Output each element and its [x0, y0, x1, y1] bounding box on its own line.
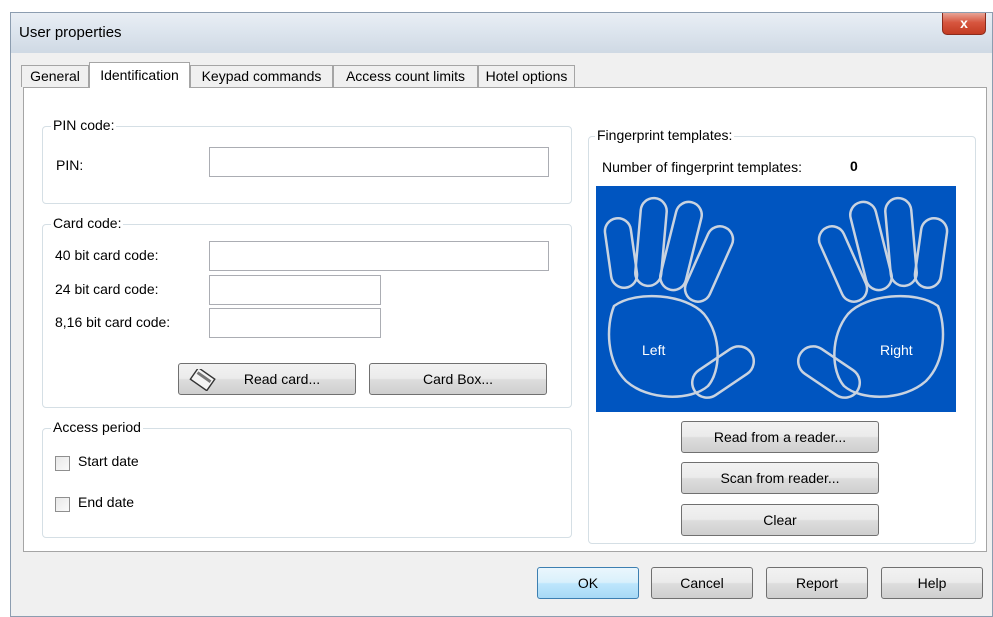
bit24-label: 24 bit card code:: [55, 281, 159, 297]
card-box-button[interactable]: Card Box...: [369, 363, 547, 395]
tab-access-count-limits[interactable]: Access count limits: [333, 65, 478, 87]
fingerprint-count-label: Number of fingerprint templates:: [602, 159, 802, 175]
access-period-legend: Access period: [51, 419, 143, 435]
read-card-button[interactable]: Read card...: [178, 363, 356, 395]
tab-general[interactable]: General: [21, 65, 89, 87]
ok-button[interactable]: OK: [537, 567, 639, 599]
bit24-card-code-input[interactable]: [209, 275, 381, 305]
report-button[interactable]: Report: [766, 567, 868, 599]
hands-icon: [603, 196, 949, 399]
left-hand-label: Left: [642, 342, 666, 358]
bit816-card-code-input[interactable]: [209, 308, 381, 338]
start-date-checkbox[interactable]: [55, 456, 70, 471]
tab-hotel-options[interactable]: Hotel options: [478, 65, 575, 87]
pin-input[interactable]: [209, 147, 549, 177]
end-date-label: End date: [78, 494, 135, 510]
scan-from-reader-button[interactable]: Scan from reader...: [681, 462, 879, 494]
read-from-reader-button[interactable]: Read from a reader...: [681, 421, 879, 453]
read-card-label: Read card...: [243, 371, 321, 387]
right-hand-label: Right: [880, 342, 913, 358]
user-properties-window: User properties x General Identification…: [10, 12, 993, 617]
pin-code-legend: PIN code:: [51, 117, 117, 133]
close-button[interactable]: x: [942, 13, 986, 35]
hands-fingerprint-panel[interactable]: Left Right: [596, 186, 956, 412]
pin-label: PIN:: [56, 157, 84, 173]
access-period-group: Access period Start date End date: [42, 419, 572, 538]
clear-fingerprints-button[interactable]: Clear: [681, 504, 879, 536]
bit40-card-code-input[interactable]: [209, 241, 549, 271]
fingerprint-count-value: 0: [850, 158, 858, 174]
window-title: User properties: [19, 24, 122, 41]
start-date-label: Start date: [78, 453, 139, 469]
identification-panel: PIN code: PIN: Card code: 40 bit card co…: [23, 87, 987, 552]
bit816-label: 8,16 bit card code:: [55, 314, 171, 330]
title-bar[interactable]: User properties x: [11, 13, 992, 53]
bit40-label: 40 bit card code:: [55, 247, 159, 263]
tab-identification[interactable]: Identification: [89, 62, 190, 88]
tab-keypad-commands[interactable]: Keypad commands: [190, 65, 333, 87]
end-date-checkbox[interactable]: [55, 497, 70, 512]
close-icon: x: [960, 15, 968, 31]
cancel-button[interactable]: Cancel: [651, 567, 753, 599]
dialog-client: General Identification Keypad commands A…: [11, 53, 992, 616]
card-reader-icon: [185, 366, 219, 401]
card-code-group: Card code: 40 bit card code: 24 bit card…: [42, 215, 572, 408]
help-button[interactable]: Help: [881, 567, 983, 599]
fingerprint-legend: Fingerprint templates:: [595, 127, 735, 143]
pin-code-group: PIN code: PIN:: [42, 117, 572, 204]
card-code-legend: Card code:: [51, 215, 124, 231]
